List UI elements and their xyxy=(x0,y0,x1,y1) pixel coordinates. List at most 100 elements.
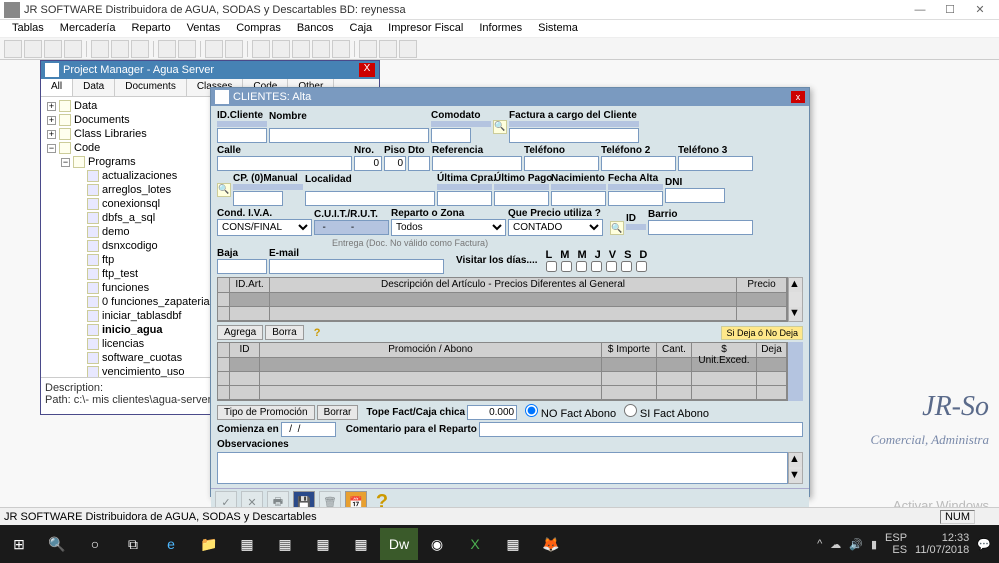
toolbar-btn-7[interactable] xyxy=(131,40,149,58)
input-ultimopago[interactable] xyxy=(494,191,549,206)
task-app-3[interactable]: ▦ xyxy=(304,528,342,560)
clientes-titlebar[interactable]: CLIENTES: Alta x xyxy=(211,88,809,106)
tray-cloud-icon[interactable]: ☁ xyxy=(830,538,841,551)
toolbar-btn-3[interactable] xyxy=(44,40,62,58)
select-reparto[interactable]: Todos xyxy=(391,219,506,236)
toolbar-btn-14[interactable] xyxy=(292,40,310,58)
input-localidad[interactable] xyxy=(305,191,435,206)
menu-bancos[interactable]: Bancos xyxy=(289,20,342,37)
task-app-4[interactable]: ▦ xyxy=(342,528,380,560)
input-barrio[interactable] xyxy=(648,220,753,235)
input-telefono[interactable] xyxy=(524,156,599,171)
tray-up-icon[interactable]: ^ xyxy=(817,538,822,550)
radio-nofact[interactable]: NO Fact Abono xyxy=(525,404,616,420)
btn-tipopromo[interactable]: Tipo de Promoción xyxy=(217,405,315,420)
toolbar-btn-12[interactable] xyxy=(252,40,270,58)
input-ultimacpra[interactable] xyxy=(437,191,492,206)
input-idcliente[interactable] xyxy=(217,128,267,143)
pm-tab-all[interactable]: All xyxy=(41,79,73,96)
search-comodato-icon[interactable]: 🔍 xyxy=(493,120,507,134)
menu-compras[interactable]: Compras xyxy=(228,20,289,37)
table2-body[interactable] xyxy=(217,358,788,401)
toolbar-btn-1[interactable] xyxy=(4,40,22,58)
menu-mercaderia[interactable]: Mercadería xyxy=(52,20,124,37)
chk-day-m2[interactable] xyxy=(576,261,587,272)
pm-close-button[interactable]: X xyxy=(359,63,375,77)
tray-clock[interactable]: 12:3311/07/2018 xyxy=(915,532,969,556)
input-email[interactable] xyxy=(269,259,444,274)
search-icon[interactable]: 🔍 xyxy=(38,528,76,560)
toolbar-btn-4[interactable] xyxy=(64,40,82,58)
input-factura[interactable] xyxy=(509,128,639,143)
input-nacimiento[interactable] xyxy=(551,191,606,206)
btn-borra[interactable]: Borra xyxy=(265,325,303,340)
search-cp-icon[interactable]: 🔍 xyxy=(217,183,231,197)
input-piso[interactable] xyxy=(384,156,406,171)
chk-day-s[interactable] xyxy=(621,261,632,272)
chk-day-d[interactable] xyxy=(636,261,647,272)
toolbar-btn-6[interactable] xyxy=(111,40,129,58)
toolbar-btn-19[interactable] xyxy=(399,40,417,58)
input-dni[interactable] xyxy=(665,188,725,203)
menu-reparto[interactable]: Reparto xyxy=(123,20,178,37)
chk-day-m1[interactable] xyxy=(561,261,572,272)
input-calle[interactable] xyxy=(217,156,352,171)
input-referencia[interactable] xyxy=(432,156,522,171)
system-tray[interactable]: ^ ☁ 🔊 ▮ ESPES 12:3311/07/2018 💬 xyxy=(817,532,999,556)
close-button[interactable]: ✕ xyxy=(965,3,995,16)
cortana-icon[interactable]: ○ xyxy=(76,528,114,560)
chk-day-l[interactable] xyxy=(546,261,557,272)
menu-caja[interactable]: Caja xyxy=(342,20,381,37)
tray-lang[interactable]: ESPES xyxy=(885,532,907,556)
edge-icon[interactable]: e xyxy=(152,528,190,560)
task-app-5[interactable]: Dw xyxy=(380,528,418,560)
help-icon[interactable]: ? xyxy=(314,327,321,339)
chk-day-v[interactable] xyxy=(606,261,617,272)
toolbar-btn-13[interactable] xyxy=(272,40,290,58)
excel-icon[interactable]: X xyxy=(456,528,494,560)
menu-ventas[interactable]: Ventas xyxy=(179,20,229,37)
input-telefono3[interactable] xyxy=(678,156,753,171)
input-fechaalta[interactable] xyxy=(608,191,663,206)
menu-informes[interactable]: Informes xyxy=(471,20,530,37)
pm-tab-data[interactable]: Data xyxy=(73,79,115,96)
input-dto[interactable] xyxy=(408,156,430,171)
explorer-icon[interactable]: 📁 xyxy=(190,528,228,560)
clientes-close-button[interactable]: x xyxy=(791,91,805,103)
tray-notifications-icon[interactable]: 💬 xyxy=(977,538,991,551)
input-telefono2[interactable] xyxy=(601,156,676,171)
input-comodato[interactable] xyxy=(431,128,471,143)
task-app-1[interactable]: ▦ xyxy=(228,528,266,560)
menu-sistema[interactable]: Sistema xyxy=(530,20,586,37)
input-comienza[interactable] xyxy=(281,422,336,437)
tray-volume-icon[interactable]: 🔊 xyxy=(849,538,863,551)
start-button[interactable]: ⊞ xyxy=(0,528,38,560)
textarea-observaciones[interactable] xyxy=(217,452,788,484)
select-condiva[interactable]: CONS/FINAL xyxy=(217,219,312,236)
select-precio[interactable]: CONTADO xyxy=(508,219,603,236)
input-comentario[interactable] xyxy=(479,422,803,437)
obs-scrollbar[interactable]: ▲▼ xyxy=(788,452,803,484)
minimize-button[interactable]: — xyxy=(905,4,935,16)
search-precio-icon[interactable]: 🔍 xyxy=(610,221,624,235)
tray-network-icon[interactable]: ▮ xyxy=(871,538,877,551)
toolbar-btn-2[interactable] xyxy=(24,40,42,58)
input-tope[interactable] xyxy=(467,405,517,420)
menu-impresor[interactable]: Impresor Fiscal xyxy=(380,20,471,37)
toolbar-btn-17[interactable] xyxy=(359,40,377,58)
chk-day-j[interactable] xyxy=(591,261,602,272)
maximize-button[interactable]: ☐ xyxy=(935,3,965,16)
task-app-6[interactable]: ▦ xyxy=(494,528,532,560)
chrome-icon[interactable]: ◉ xyxy=(418,528,456,560)
taskview-icon[interactable]: ⧉ xyxy=(114,528,152,560)
toolbar-btn-8[interactable] xyxy=(158,40,176,58)
pm-titlebar[interactable]: Project Manager - Agua Server X xyxy=(41,61,379,79)
input-baja[interactable] xyxy=(217,259,267,274)
toolbar-btn-15[interactable] xyxy=(312,40,330,58)
toolbar-btn-9[interactable] xyxy=(178,40,196,58)
task-app-2[interactable]: ▦ xyxy=(266,528,304,560)
radio-sifact[interactable]: SI Fact Abono xyxy=(624,404,709,420)
toolbar-btn-18[interactable] xyxy=(379,40,397,58)
input-cp[interactable] xyxy=(233,191,283,206)
toolbar-btn-5[interactable] xyxy=(91,40,109,58)
